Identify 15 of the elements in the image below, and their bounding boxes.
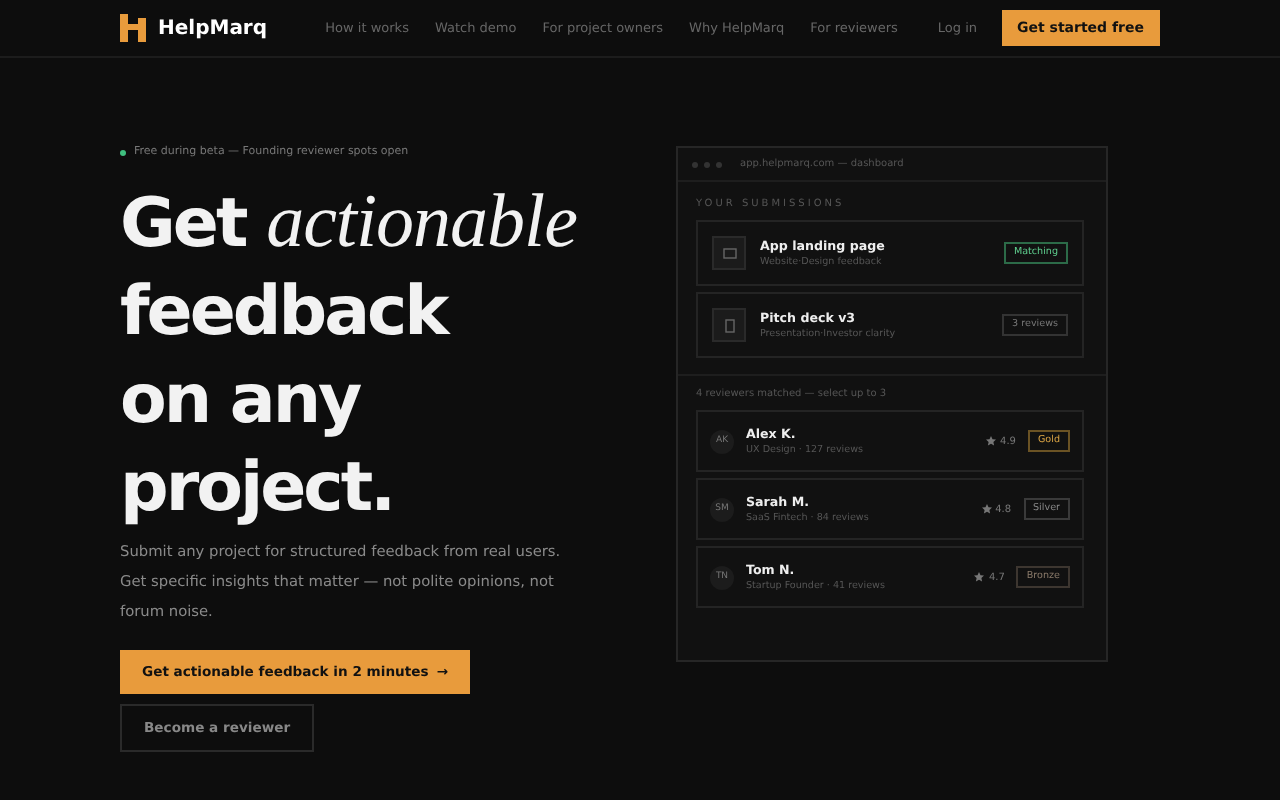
logo-icon bbox=[120, 14, 146, 42]
brand-name[interactable]: HelpMarq bbox=[158, 17, 268, 39]
headline: Get actionable bbox=[120, 178, 579, 268]
headline: on any bbox=[120, 358, 363, 444]
window-dot bbox=[716, 161, 722, 167]
window-dot bbox=[704, 161, 710, 167]
document-icon bbox=[721, 317, 737, 333]
star-icon bbox=[986, 436, 997, 446]
star-icon bbox=[974, 572, 985, 582]
status-dot bbox=[120, 149, 126, 155]
star-icon bbox=[981, 504, 992, 514]
monitor-icon bbox=[721, 245, 737, 261]
headline: feedback bbox=[120, 270, 452, 356]
headline: project. bbox=[120, 446, 396, 532]
window-dot bbox=[692, 161, 698, 167]
